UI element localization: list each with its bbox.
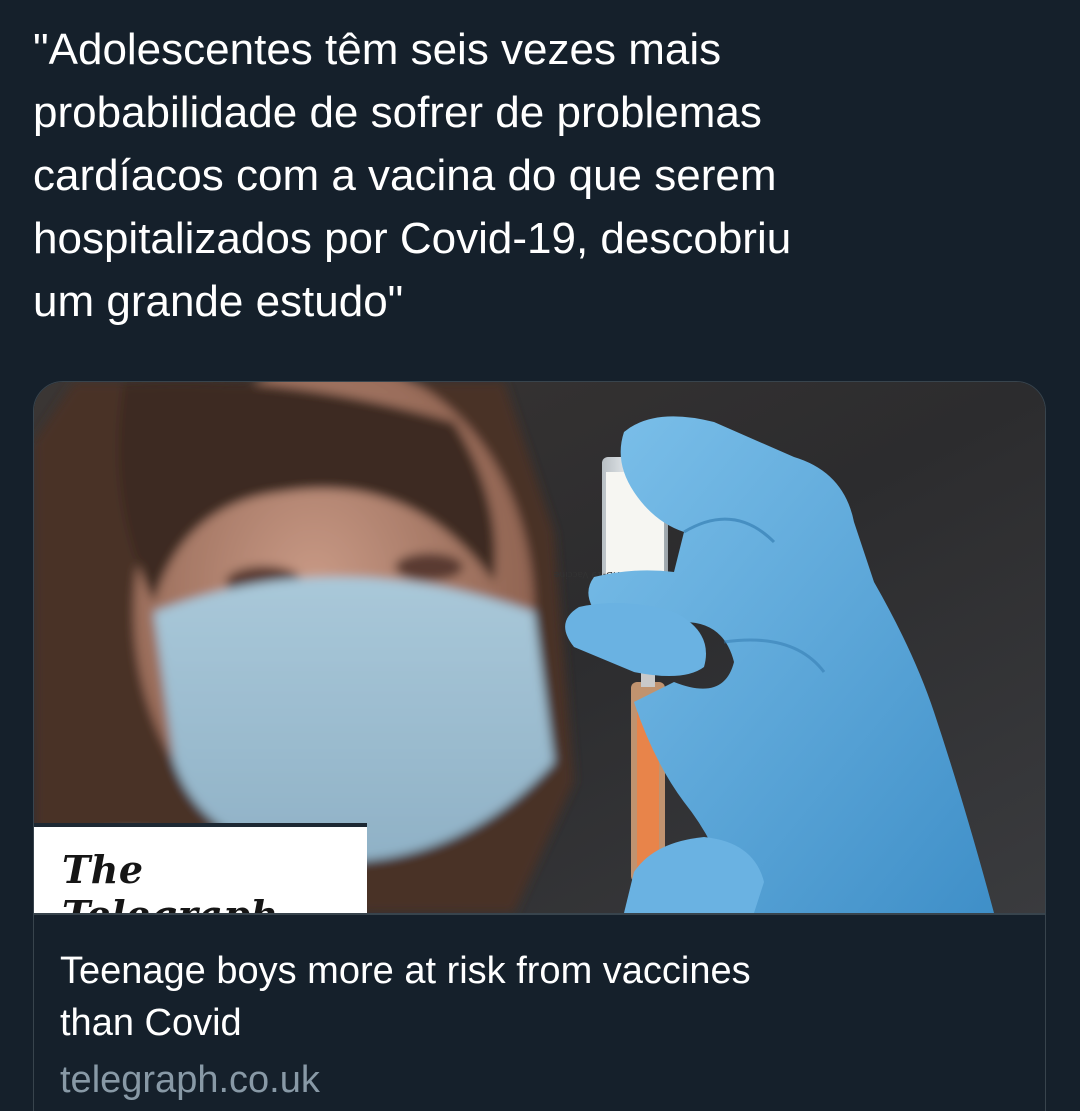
card-domain[interactable]: telegraph.co.uk	[60, 1054, 320, 1106]
publisher-logo: The Telegraph	[62, 847, 278, 913]
tweet-text: "Adolescentes têm seis vezes mais probab…	[33, 25, 792, 326]
publisher-badge: The Telegraph	[34, 823, 367, 913]
card-title[interactable]: Teenage boys more at risk from vaccines …	[60, 945, 960, 1049]
card-divider	[34, 913, 1045, 915]
link-card[interactable]: COVID-19 Vaccine The Telegraph Teenage b…	[33, 381, 1046, 1111]
card-image[interactable]: COVID-19 Vaccine The Telegraph	[34, 382, 1045, 913]
